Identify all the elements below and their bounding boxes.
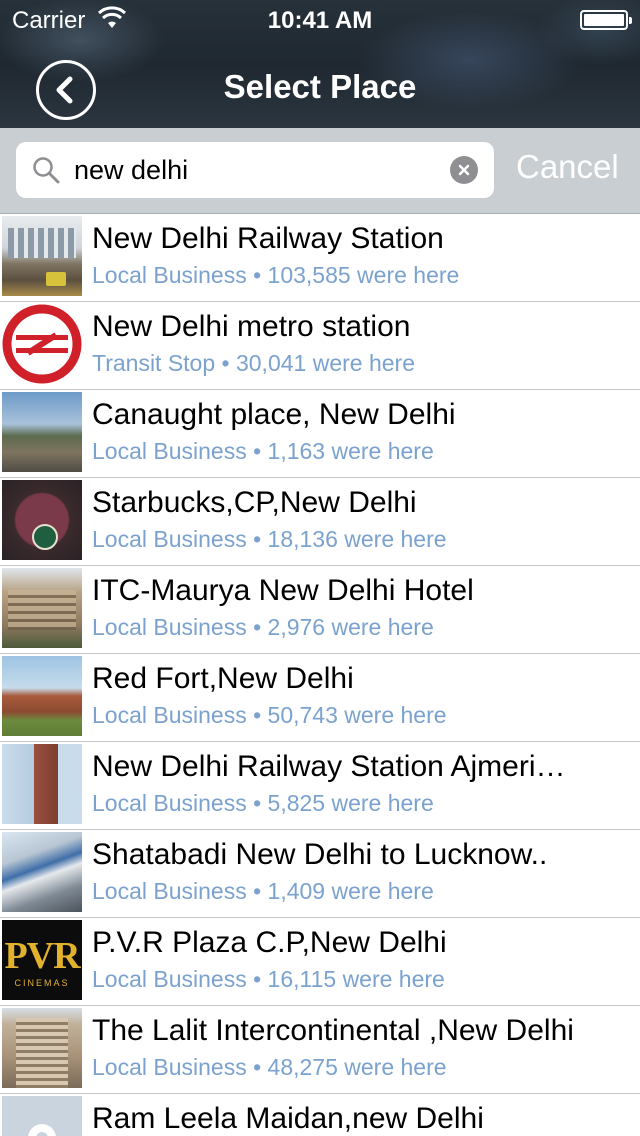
cancel-button[interactable]: Cancel (516, 148, 619, 186)
status-time: 10:41 AM (267, 7, 373, 34)
search-bar: Cancel (0, 128, 640, 214)
list-item[interactable]: PVR CINEMAS P.V.R Plaza C.P,New Delhi Lo… (0, 918, 640, 1006)
list-item[interactable]: New Delhi Railway Station Local Business… (0, 214, 640, 302)
page-title: Select Place (223, 68, 417, 105)
results-list: New Delhi Railway Station Local Business… (0, 214, 640, 1136)
place-subtitle: Local Business • 103,585 were here (92, 262, 460, 288)
place-title: Shatabadi New Delhi to Lucknow.. (92, 838, 548, 871)
list-item[interactable]: Starbucks,CP,New Delhi Local Business • … (0, 478, 640, 566)
place-thumbnail (2, 392, 82, 472)
place-title: ITC-Maurya New Delhi Hotel (92, 574, 474, 607)
place-subtitle: Local Business • 1,409 were here (92, 878, 434, 904)
status-bar: Carrier 10:41 AM (0, 0, 640, 40)
place-thumbnail (2, 1008, 82, 1088)
list-item[interactable]: Shatabadi New Delhi to Lucknow.. Local B… (0, 830, 640, 918)
place-title: Ram Leela Maidan,new Delhi (92, 1102, 484, 1135)
navigation-header: Carrier 10:41 AM Select Place (0, 0, 640, 128)
place-subtitle: Local Business • 5,825 were here (92, 790, 434, 816)
place-subtitle: Transit Stop • 30,041 were here (92, 350, 415, 376)
place-pin-icon (28, 1124, 56, 1136)
list-item[interactable]: ITC-Maurya New Delhi Hotel Local Busines… (0, 566, 640, 654)
place-thumbnail (2, 744, 82, 824)
place-title: New Delhi Railway Station Ajmeri… (92, 750, 566, 783)
clear-button[interactable] (450, 156, 478, 184)
place-subtitle: Local Business • 1,163 were here (92, 438, 434, 464)
search-input[interactable] (74, 150, 444, 190)
pvr-logo-subtext: CINEMAS (14, 978, 70, 988)
list-item[interactable]: New Delhi Railway Station Ajmeri… Local … (0, 742, 640, 830)
pvr-logo: PVR CINEMAS (2, 920, 82, 1000)
place-title: P.V.R Plaza C.P,New Delhi (92, 926, 447, 959)
place-title: Red Fort,New Delhi (92, 662, 354, 695)
list-item[interactable]: Canaught place, New Delhi Local Business… (0, 390, 640, 478)
place-thumbnail (2, 832, 82, 912)
place-title: New Delhi metro station (92, 310, 411, 343)
place-thumbnail (2, 480, 82, 560)
place-title: New Delhi Railway Station (92, 222, 444, 255)
place-thumbnail (2, 1096, 82, 1136)
place-thumbnail (2, 216, 82, 296)
list-item[interactable]: New Delhi metro station Transit Stop • 3… (0, 302, 640, 390)
list-item[interactable]: The Lalit Intercontinental ,New Delhi Lo… (0, 1006, 640, 1094)
place-subtitle: Local Business • 16,115 were here (92, 966, 445, 992)
clear-icon (458, 164, 470, 176)
place-subtitle: Local Business • 18,136 were here (92, 526, 447, 552)
search-field[interactable] (16, 142, 494, 198)
place-title: The Lalit Intercontinental ,New Delhi (92, 1014, 574, 1047)
list-item[interactable]: Ram Leela Maidan,new Delhi (0, 1094, 640, 1136)
place-thumbnail (2, 304, 82, 384)
place-subtitle: Local Business • 50,743 were here (92, 702, 447, 728)
place-subtitle: Local Business • 48,275 were here (92, 1054, 447, 1080)
battery-full-icon (580, 10, 632, 30)
pvr-logo-text: PVR (4, 935, 80, 977)
place-thumbnail (2, 656, 82, 736)
metro-logo-icon (2, 304, 82, 384)
place-title: Starbucks,CP,New Delhi (92, 486, 417, 519)
place-subtitle: Local Business • 2,976 were here (92, 614, 434, 640)
place-title: Canaught place, New Delhi (92, 398, 456, 431)
place-thumbnail (2, 568, 82, 648)
list-item[interactable]: Red Fort,New Delhi Local Business • 50,7… (0, 654, 640, 742)
search-icon (33, 157, 60, 184)
